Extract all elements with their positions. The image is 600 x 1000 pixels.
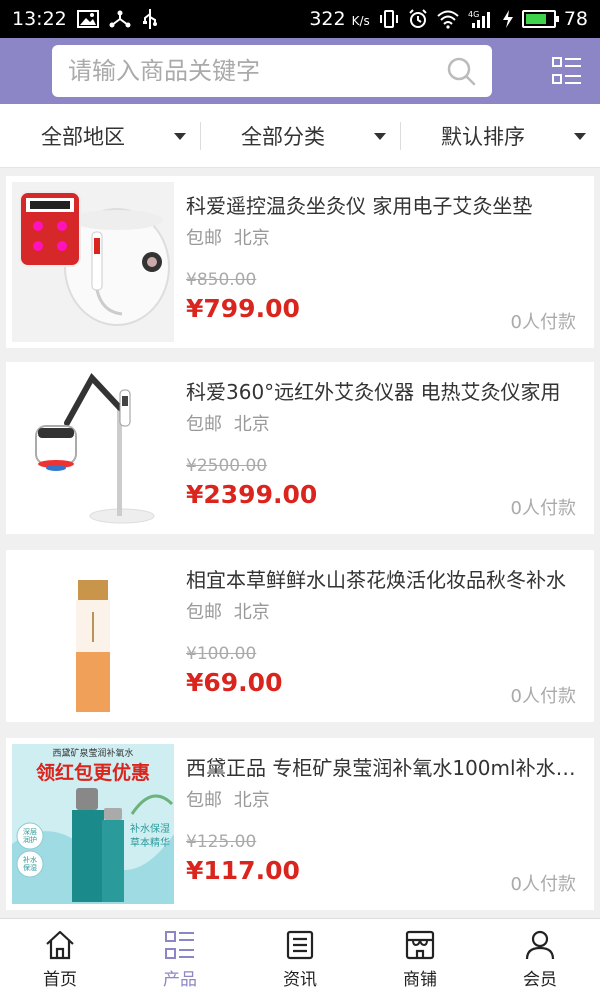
sale-price: ¥69.00 [186,668,283,697]
vibrate-icon [378,8,400,30]
user-icon [525,930,555,960]
nav-news-label: 资讯 [283,970,317,990]
location-label: 北京 [233,602,270,623]
paid-count: 0人付款 [510,874,576,895]
product-meta: 包邮 北京 [186,786,270,812]
search-box[interactable] [52,45,492,97]
product-card[interactable]: 科爱遥控温灸坐灸仪 家用电子艾灸坐垫 包邮 北京 ¥850.00 ¥799.00… [6,176,594,348]
caret-down-icon [374,133,386,140]
filter-sort[interactable]: 默认排序 [400,104,600,167]
usb-icon [141,8,159,30]
charging-icon [502,8,514,30]
nav-news[interactable]: 资讯 [240,919,360,1000]
filter-region[interactable]: 全部地区 [0,104,200,167]
product-list-icon [165,931,194,959]
product-meta: 包邮 北京 [186,410,270,436]
search-input[interactable] [68,45,446,97]
product-title[interactable]: 相宜本草鲜鲜水山茶花焕活化妆品秋冬补水 [186,564,582,593]
filter-category[interactable]: 全部分类 [200,104,400,167]
product-meta: 包邮 北京 [186,224,270,250]
sale-price: ¥117.00 [186,856,300,885]
paid-count: 0人付款 [510,312,576,333]
nav-member[interactable]: 会员 [480,919,600,1000]
product-image-moxibustion-stand [12,368,174,528]
product-card[interactable]: 相宜本草鲜鲜水山茶花焕活化妆品秋冬补水 包邮 北京 ¥100.00 ¥69.00… [6,550,594,722]
filter-category-label: 全部分类 [241,124,325,149]
share-icon [109,8,131,30]
sale-price: ¥2399.00 [186,480,318,509]
status-bar: 13:22 322 K/s 4G 78 [0,0,600,38]
location-label: 北京 [233,228,270,249]
product-meta: 包邮 北京 [186,598,270,624]
bottom-nav: 首页 产品 资讯 商铺 会员 [0,918,600,1000]
product-title[interactable]: 科爱360°远红外艾灸仪器 电热艾灸仪家用 [186,376,582,405]
banner-tag-2: 草本精华 [130,838,170,849]
grid-menu-icon[interactable] [552,56,582,86]
location-label: 北京 [233,790,270,811]
product-image-toner-bottle [12,556,174,716]
alarm-icon [408,8,428,30]
shipping-label: 包邮 [186,790,222,811]
battery-icon [521,10,559,28]
caret-down-icon [174,133,186,140]
shipping-label: 包邮 [186,228,222,249]
battery-level: 78 [563,8,588,30]
original-price: ¥850.00 [186,270,257,290]
nav-member-label: 会员 [523,970,557,990]
product-image-hydrating-spray: 西黛矿泉莹润补氧水 领红包更优惠 深层润护 补水保湿 补水保湿 草本精华 [12,744,174,904]
nav-products[interactable]: 产品 [120,919,240,1000]
product-image-moxibustion-seat [12,182,174,342]
search-icon[interactable] [446,56,476,86]
banner-circle-text-1: 深层润护 [23,828,37,844]
image-icon [76,8,99,30]
shop-icon [405,930,435,960]
original-price: ¥100.00 [186,644,257,664]
news-icon [286,930,314,960]
status-time: 13:22 [12,8,67,30]
shipping-label: 包邮 [186,602,222,623]
header [0,38,600,104]
caret-down-icon [574,133,586,140]
nav-home-label: 首页 [43,970,77,990]
home-icon [46,930,74,960]
original-price: ¥125.00 [186,832,257,852]
banner-circle-text-2: 补水保湿 [23,856,37,872]
filter-bar: 全部地区 全部分类 默认排序 [0,104,600,168]
paid-count: 0人付款 [510,498,576,519]
nav-home[interactable]: 首页 [0,919,120,1000]
product-card[interactable]: 科爱360°远红外艾灸仪器 电热艾灸仪家用 包邮 北京 ¥2500.00 ¥23… [6,362,594,534]
location-label: 北京 [233,414,270,435]
net-speed: 322 K/s [309,8,370,30]
svg-text:4G: 4G [468,10,479,19]
product-title[interactable]: 科爱遥控温灸坐灸仪 家用电子艾灸坐垫 [186,190,582,219]
banner-tag-1: 补水保湿 [130,824,170,835]
product-title[interactable]: 西黛正品 专柜矿泉莹润补氧水100ml补水保湿 [186,752,582,781]
filter-sort-label: 默认排序 [441,124,525,149]
filter-region-label: 全部地区 [41,124,125,149]
sale-price: ¥799.00 [186,294,300,323]
wifi-icon [436,8,460,30]
signal-4g-icon: 4G [468,8,494,30]
paid-count: 0人付款 [510,686,576,707]
nav-products-label: 产品 [163,970,197,990]
nav-shop[interactable]: 商铺 [360,919,480,1000]
shipping-label: 包邮 [186,414,222,435]
nav-shop-label: 商铺 [403,970,437,990]
original-price: ¥2500.00 [186,456,268,476]
product-card[interactable]: 西黛矿泉莹润补氧水 领红包更优惠 深层润护 补水保湿 补水保湿 草本精华 西黛正… [6,738,594,910]
